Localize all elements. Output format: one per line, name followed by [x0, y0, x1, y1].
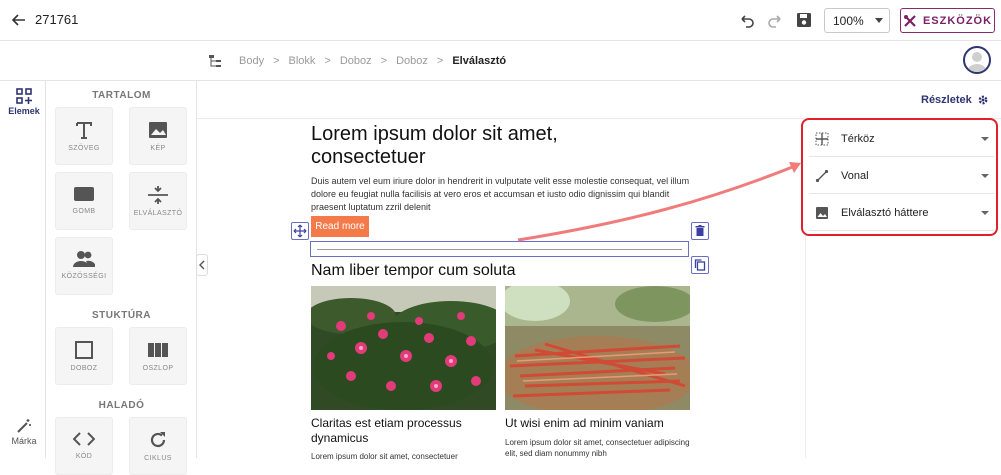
tools-icon	[903, 14, 916, 27]
copy-icon	[694, 259, 706, 271]
property-label: Térköz	[841, 132, 875, 145]
back-arrow-icon[interactable]	[10, 11, 28, 29]
refresh-icon	[150, 432, 166, 448]
columns-icon	[148, 343, 168, 357]
tile-loop[interactable]: CIKLUS	[129, 417, 187, 475]
tile-label: DOBOZ	[70, 365, 98, 372]
property-line[interactable]: Vonal	[809, 158, 994, 194]
image-icon	[149, 122, 167, 138]
tile-social[interactable]: KÖZÖSSÉGI	[55, 237, 113, 295]
tile-label: OSZLOP	[142, 365, 174, 372]
tools-button[interactable]: ESZKÖZÖK	[900, 8, 995, 33]
tile-label: KÉP	[150, 145, 166, 152]
duplicate-handle[interactable]	[691, 256, 709, 274]
rhubarb-photo	[505, 286, 690, 410]
property-label: Vonal	[841, 169, 869, 182]
section-title-structure: STUKTÚRA	[92, 310, 151, 321]
section-title-advanced: HALADÓ	[98, 400, 145, 411]
spacing-icon	[815, 132, 829, 145]
text-icon	[76, 122, 92, 139]
tile-column[interactable]: OSZLOP	[129, 327, 187, 385]
flower-image[interactable]	[311, 286, 496, 410]
chevron-down-icon	[981, 174, 989, 178]
breadcrumb-item[interactable]: Body	[239, 55, 264, 67]
tile-label: KÖZÖSSÉGI	[61, 273, 107, 280]
code-icon	[73, 432, 95, 446]
rail-item-brand[interactable]: Márka	[7, 418, 41, 446]
details-button[interactable]: Részletek	[921, 94, 989, 106]
flower-photo	[311, 286, 496, 410]
tile-button[interactable]: GOMB	[55, 172, 113, 230]
move-icon	[293, 224, 307, 238]
chevron-left-icon	[199, 260, 205, 270]
save-icon[interactable]	[795, 11, 813, 29]
elements-icon	[16, 88, 32, 104]
breadcrumb: Body > Blokk > Doboz > Doboz > Elválasztó	[239, 55, 507, 67]
read-more-button[interactable]: Read more	[311, 216, 369, 237]
zoom-value: 100%	[833, 13, 864, 28]
breadcrumb-current: Elválasztó	[452, 55, 507, 67]
card-text[interactable]: Lorem ipsum dolor sit amet, consectetuer	[311, 451, 501, 462]
tile-code[interactable]: KÓD	[55, 417, 113, 475]
tile-label: KÓD	[75, 453, 93, 460]
button-icon	[74, 187, 94, 201]
details-label: Részletek	[921, 94, 972, 106]
box-icon	[75, 341, 93, 359]
callout-arrow-icon	[517, 162, 801, 242]
magic-wand-icon	[17, 419, 31, 433]
people-icon	[73, 251, 95, 267]
property-spacing[interactable]: Térköz	[809, 121, 994, 157]
card-text[interactable]: Lorem ipsum dolor sit amet, consectetuer…	[505, 437, 695, 459]
undo-icon[interactable]	[738, 11, 756, 29]
breadcrumb-item[interactable]: Doboz	[340, 55, 372, 67]
rail-label-elements: Elemek	[8, 106, 40, 116]
tile-divider[interactable]: ELVÁLASZTÓ	[129, 172, 187, 230]
user-icon	[967, 52, 987, 72]
chevron-down-icon	[981, 211, 989, 215]
chevron-down-icon	[875, 18, 883, 23]
image-icon	[816, 206, 828, 219]
tools-label: ESZKÖZÖK	[922, 14, 993, 27]
rhubarb-image[interactable]	[505, 286, 690, 410]
tile-label: SZÖVEG	[68, 145, 100, 152]
zoom-select[interactable]: 100%	[824, 8, 890, 33]
tile-label: ELVÁLASZTÓ	[133, 210, 183, 217]
line-icon	[815, 169, 829, 182]
document-id: 271761	[35, 12, 79, 27]
content-subheading[interactable]: Nam liber tempor cum soluta	[311, 262, 516, 280]
card-title[interactable]: Claritas est etiam processus dynamicus	[311, 416, 501, 446]
property-label: Elválasztó háttere	[841, 206, 929, 219]
canvas-header	[197, 81, 1001, 119]
properties-panel: Térköz Vonal Elválasztó háttere	[801, 118, 998, 236]
divider-icon	[148, 186, 168, 204]
avatar[interactable]	[963, 46, 991, 74]
breadcrumb-item[interactable]: Doboz	[396, 55, 428, 67]
section-title-content: TARTALOM	[92, 90, 151, 101]
redo-icon[interactable]	[766, 11, 784, 29]
left-rail	[0, 81, 46, 458]
tile-box[interactable]: DOBOZ	[55, 327, 113, 385]
card-title[interactable]: Ut wisi enim ad minim vaniam	[505, 416, 695, 431]
chevron-down-icon	[981, 137, 989, 141]
gear-icon	[978, 95, 988, 105]
structure-tree-icon[interactable]	[208, 54, 222, 68]
tile-label: GOMB	[72, 208, 96, 215]
tile-text[interactable]: SZÖVEG	[55, 107, 113, 165]
tile-label: CIKLUS	[144, 455, 172, 462]
property-divider-background[interactable]: Elválasztó háttere	[809, 195, 994, 231]
collapse-panel-button[interactable]	[196, 254, 208, 276]
rail-label-brand: Márka	[11, 436, 37, 446]
rail-item-elements[interactable]: Elemek	[7, 88, 41, 116]
breadcrumb-item[interactable]: Blokk	[289, 55, 316, 67]
move-handle[interactable]	[291, 222, 309, 240]
tile-image[interactable]: KÉP	[129, 107, 187, 165]
